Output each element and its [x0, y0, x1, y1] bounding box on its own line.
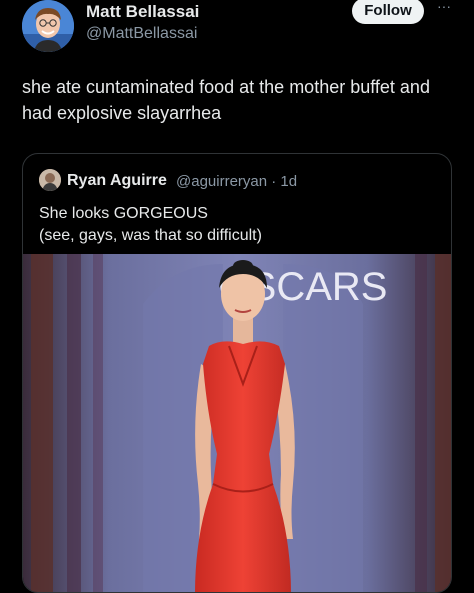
author-handle[interactable]: @MattBellassai	[86, 25, 197, 43]
quoted-author-avatar[interactable]	[39, 169, 61, 191]
quoted-tweet[interactable]: Ryan Aguirre @aguirreryan · 1d She looks…	[22, 153, 452, 593]
more-icon[interactable]: ···	[432, 0, 456, 16]
follow-button[interactable]: Follow	[352, 0, 424, 24]
quoted-photo[interactable]: OSCARS	[23, 254, 451, 592]
quoted-author-handle[interactable]: @aguirreryan · 1d	[176, 173, 297, 190]
quoted-text-line-1: She looks GORGEOUS	[39, 205, 208, 222]
quoted-author-name[interactable]: Ryan Aguirre	[67, 172, 167, 190]
tweet-text: she ate cuntaminated food at the mother …	[22, 77, 430, 123]
tweet-header: Matt Bellassai @MattBellassai Follow ···	[0, 0, 474, 60]
quoted-text: She looks GORGEOUS (see, gays, was that …	[39, 203, 439, 247]
author-name[interactable]: Matt Bellassai	[86, 2, 199, 22]
quoted-text-line-2: (see, gays, was that so difficult)	[39, 227, 262, 244]
author-avatar[interactable]	[22, 0, 74, 52]
